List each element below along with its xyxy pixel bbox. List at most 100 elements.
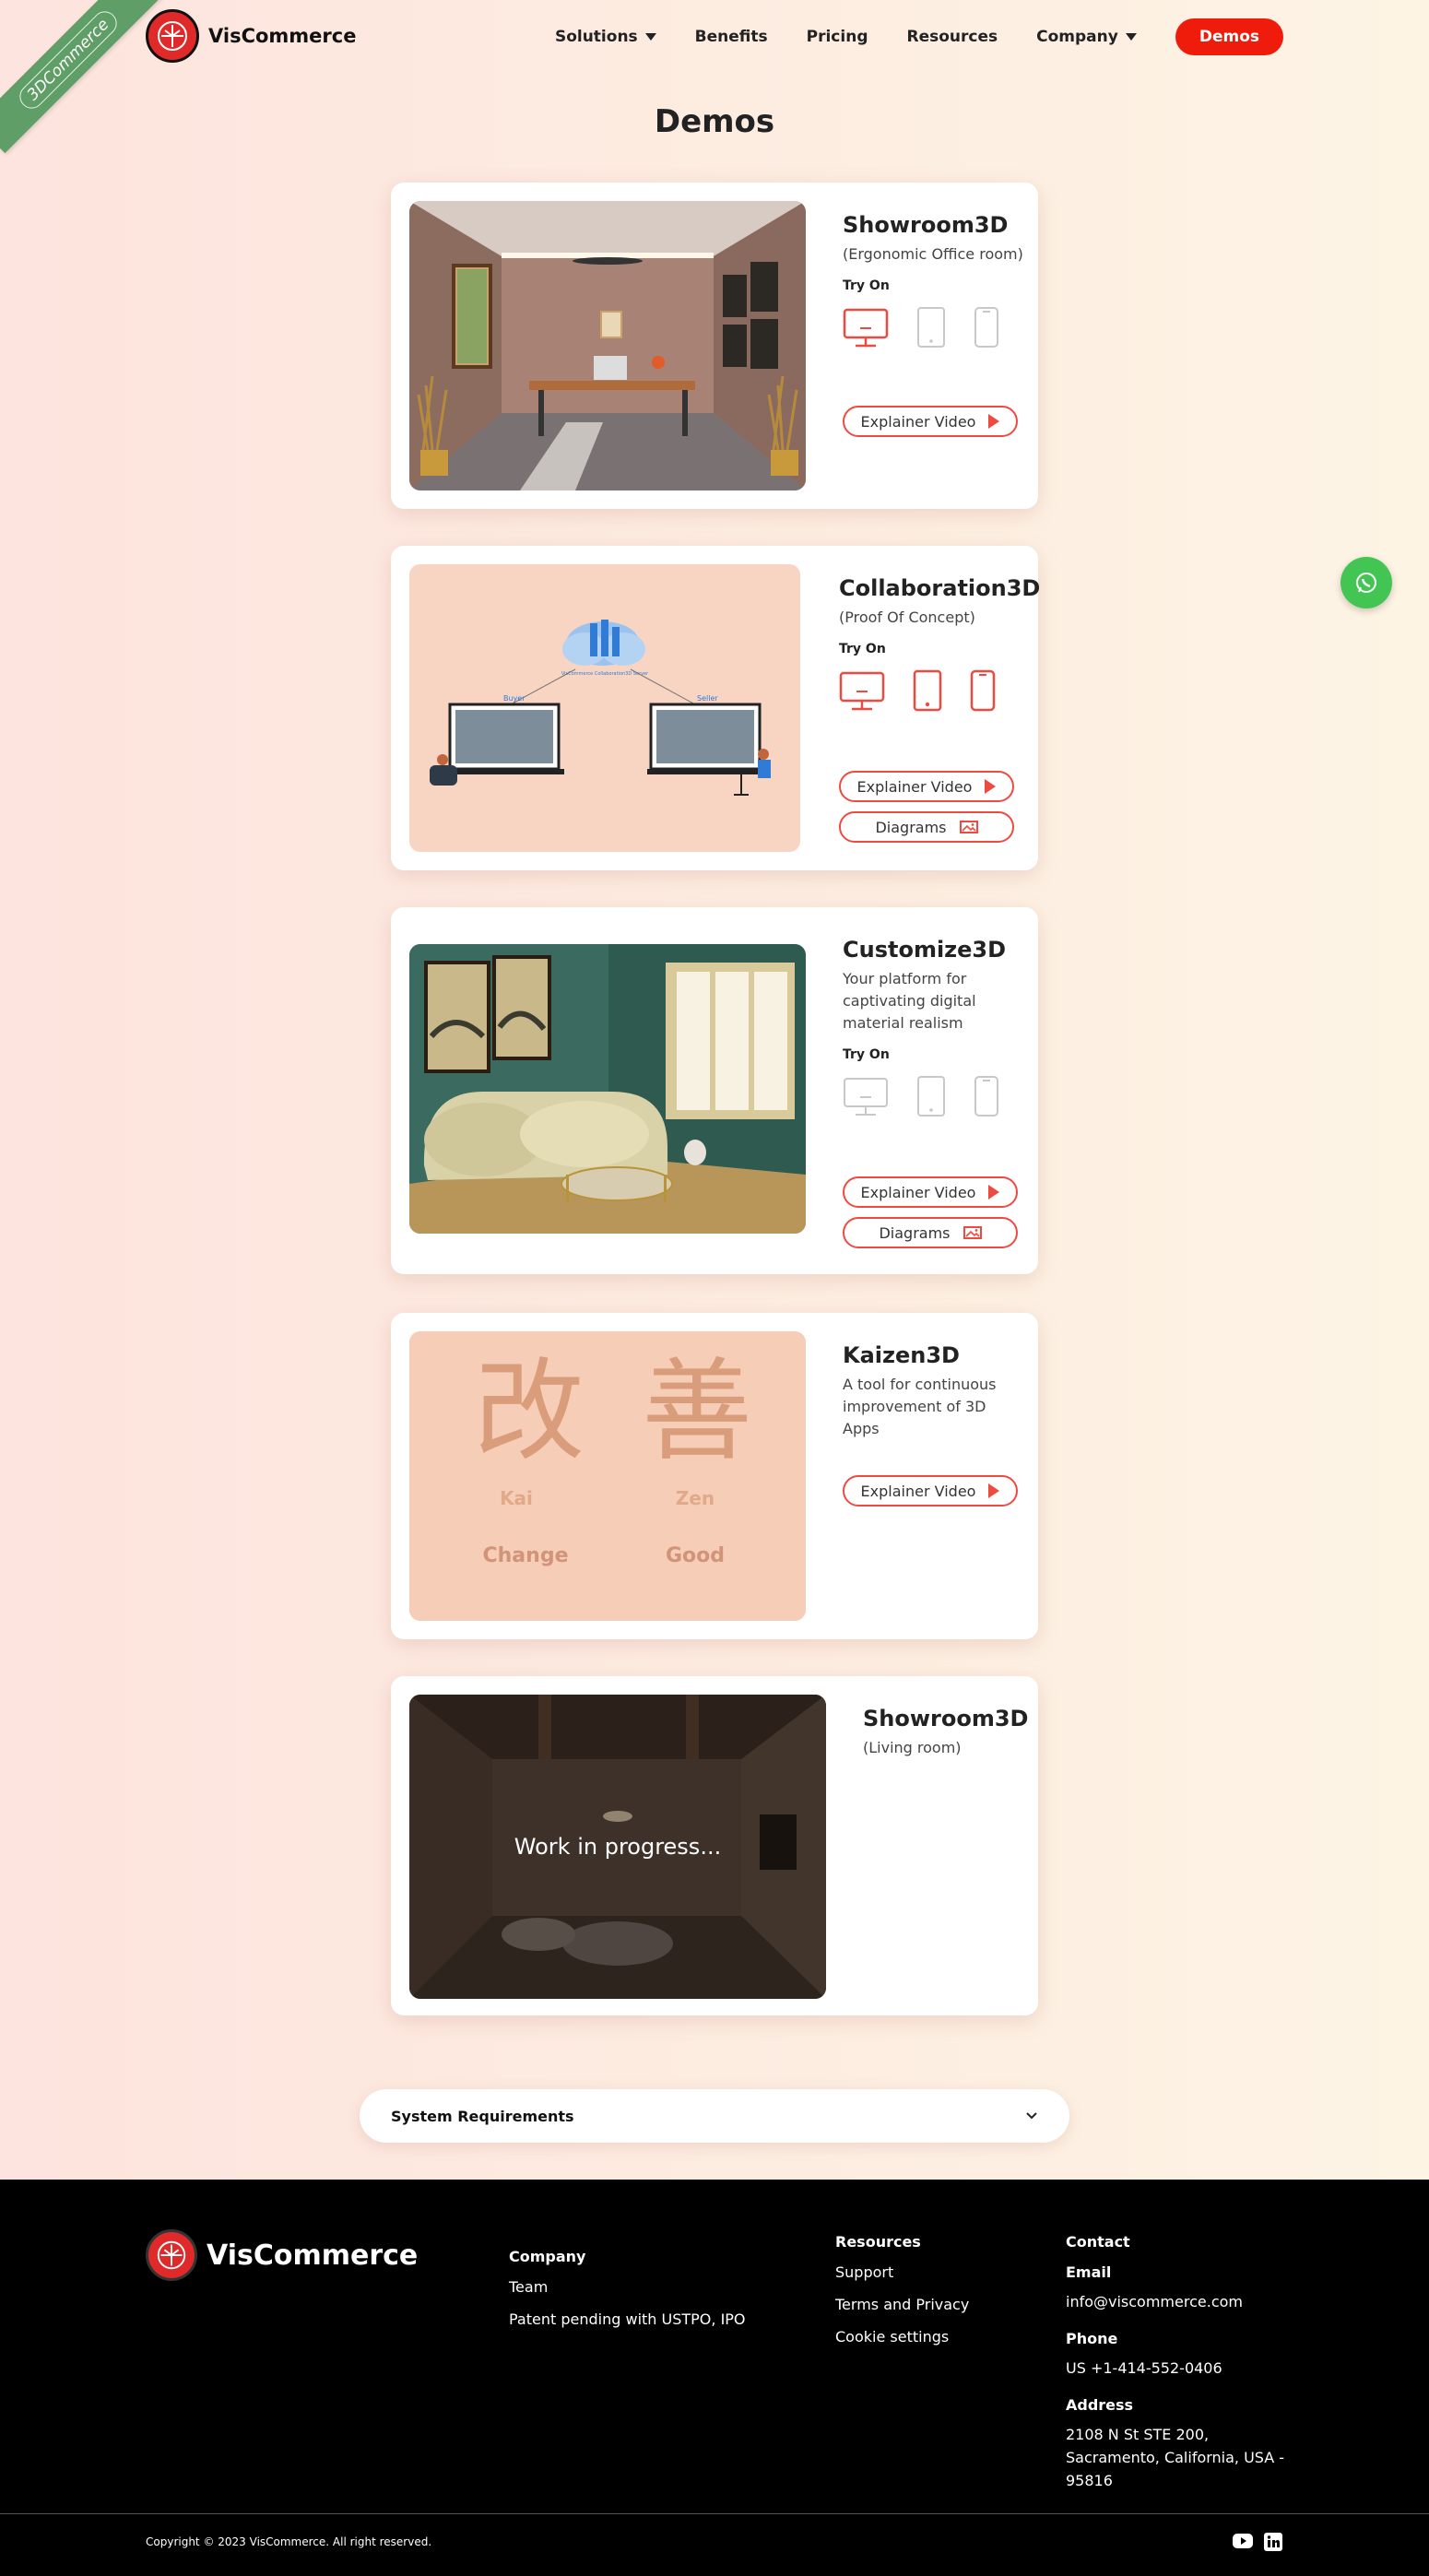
kanji-kai: 改 <box>474 1348 585 1476</box>
button-label: Explainer Video <box>856 777 973 796</box>
button-label: Explainer Video <box>860 1183 976 1201</box>
roman-zen: Zen <box>676 1487 714 1509</box>
nav-label: Benefits <box>694 28 768 46</box>
column-heading: Contact <box>1066 2233 1130 2251</box>
email-value[interactable]: info@viscommerce.com <box>1066 2290 1296 2313</box>
nav-solutions[interactable]: Solutions <box>555 28 656 46</box>
kaizen-image[interactable]: 改 善 Kai Zen Change Good <box>409 1331 806 1621</box>
footer-text-patent: Patent pending with USTPO, IPO <box>509 2310 746 2328</box>
card-title: Kaizen3D <box>843 1342 960 1368</box>
nav-resources[interactable]: Resources <box>907 28 998 46</box>
brand-name: VisCommerce <box>207 2239 419 2272</box>
column-heading: Company <box>509 2248 586 2265</box>
card-subtitle: (Proof Of Concept) <box>839 609 975 626</box>
device-options <box>843 306 999 349</box>
living-room-image[interactable]: Work in progress... <box>409 1695 826 1999</box>
page-title: Demos <box>654 103 775 140</box>
diagrams-button[interactable]: Diagrams <box>843 1217 1018 1248</box>
card-title: Customize3D <box>843 937 1007 963</box>
footer-resources-column: Resources Support Terms and Privacy Cook… <box>835 2233 969 2360</box>
accordion-label: System Requirements <box>391 2107 574 2125</box>
phone-value[interactable]: US +1-414-552-0406 <box>1066 2357 1296 2380</box>
footer-link-cookies[interactable]: Cookie settings <box>835 2328 969 2346</box>
seller-label: Seller <box>697 694 718 703</box>
main-nav: Solutions Benefits Pricing Resources Com… <box>555 18 1283 55</box>
desktop-icon[interactable] <box>843 1077 889 1117</box>
image-icon <box>963 1226 982 1239</box>
button-label: Diagrams <box>879 1223 951 1242</box>
card-subtitle: Your platform for captivating digital ma… <box>843 970 976 1032</box>
play-icon <box>988 1185 1000 1199</box>
buyer-label: Buyer <box>503 694 526 703</box>
nav-label: Resources <box>906 28 998 46</box>
image-icon <box>959 821 978 833</box>
footer-logo[interactable]: VisCommerce <box>146 2229 418 2281</box>
tablet-icon[interactable] <box>913 669 942 712</box>
footer-link-team[interactable]: Team <box>509 2278 746 2296</box>
office-room-image[interactable] <box>409 201 806 490</box>
phone-icon[interactable] <box>970 669 996 712</box>
brand-logo[interactable]: VisCommerce <box>146 9 356 63</box>
card-title: Showroom3D <box>843 212 1009 238</box>
desktop-icon[interactable] <box>839 671 885 712</box>
chevron-down-icon <box>1125 33 1137 41</box>
whatsapp-button[interactable] <box>1340 557 1392 609</box>
try-on-label: Try On <box>843 1047 890 1062</box>
linkedin-icon[interactable] <box>1263 2532 1283 2552</box>
explainer-video-button[interactable]: Explainer Video <box>839 771 1014 802</box>
nav-company[interactable]: Company <box>1036 28 1137 46</box>
address-value: 2108 N St STE 200, Sacramento, Californi… <box>1066 2426 1285 2489</box>
column-heading: Resources <box>835 2233 921 2251</box>
tablet-icon[interactable] <box>916 306 946 349</box>
chevron-down-icon <box>1026 2112 1037 2120</box>
footer-link-terms[interactable]: Terms and Privacy <box>835 2296 969 2313</box>
system-requirements-accordion[interactable]: System Requirements <box>360 2089 1069 2143</box>
device-options <box>839 669 996 712</box>
demos-button[interactable]: Demos <box>1175 18 1283 55</box>
customize-room-image[interactable] <box>409 944 806 1234</box>
logo-mark-icon <box>146 2229 197 2281</box>
phone-icon[interactable] <box>974 1075 999 1117</box>
button-label: Explainer Video <box>860 1482 976 1500</box>
play-icon <box>988 414 1000 429</box>
footer-company-column: Company Team Patent pending with USTPO, … <box>509 2248 746 2343</box>
card-subtitle: (Ergonomic Office room) <box>843 245 1023 263</box>
phone-label: Phone <box>1066 2330 1118 2347</box>
whatsapp-icon <box>1356 573 1376 593</box>
social-links <box>1232 2532 1283 2552</box>
try-on-label: Try On <box>839 642 886 656</box>
explainer-video-button[interactable]: Explainer Video <box>843 406 1018 437</box>
nav-benefits[interactable]: Benefits <box>695 28 768 46</box>
address-label: Address <box>1066 2396 1134 2414</box>
kanji-zen: 善 <box>642 1348 752 1476</box>
device-options <box>843 1075 999 1117</box>
chevron-down-icon <box>644 33 656 41</box>
diagrams-button[interactable]: Diagrams <box>839 811 1014 843</box>
button-label: Diagrams <box>875 818 947 836</box>
footer-divider <box>0 2513 1429 2514</box>
explainer-video-button[interactable]: Explainer Video <box>843 1475 1018 1507</box>
footer-link-support[interactable]: Support <box>835 2263 969 2281</box>
nav-pricing[interactable]: Pricing <box>807 28 868 46</box>
work-in-progress-overlay: Work in progress... <box>514 1834 722 1860</box>
button-label: Explainer Video <box>860 412 976 431</box>
demo-card-kaizen: 改 善 Kai Zen Change Good Kaizen3D A tool … <box>391 1313 1038 1639</box>
explainer-video-button[interactable]: Explainer Video <box>843 1176 1018 1208</box>
nav-label: Pricing <box>806 28 868 46</box>
desktop-icon[interactable] <box>843 308 889 349</box>
header: VisCommerce Solutions Benefits Pricing R… <box>0 0 1429 74</box>
collaboration-diagram-image[interactable]: VisCommerce Collaboration3D Server Buyer… <box>409 564 800 852</box>
play-icon <box>988 1483 1000 1498</box>
meaning-change: Change <box>483 1544 569 1567</box>
nav-label: Solutions <box>554 28 638 46</box>
footer-contact-column: Contact Email info@viscommerce.com Phone… <box>1066 2233 1296 2509</box>
card-subtitle: (Living room) <box>863 1739 962 1756</box>
email-label: Email <box>1066 2263 1112 2281</box>
youtube-icon[interactable] <box>1232 2532 1254 2550</box>
play-icon <box>985 779 997 794</box>
tablet-icon[interactable] <box>916 1075 946 1117</box>
demo-card-customize: Customize3D Your platform for captivatin… <box>391 907 1038 1274</box>
meaning-good: Good <box>666 1544 725 1567</box>
card-title: Collaboration3D <box>839 575 1041 601</box>
phone-icon[interactable] <box>974 306 999 349</box>
